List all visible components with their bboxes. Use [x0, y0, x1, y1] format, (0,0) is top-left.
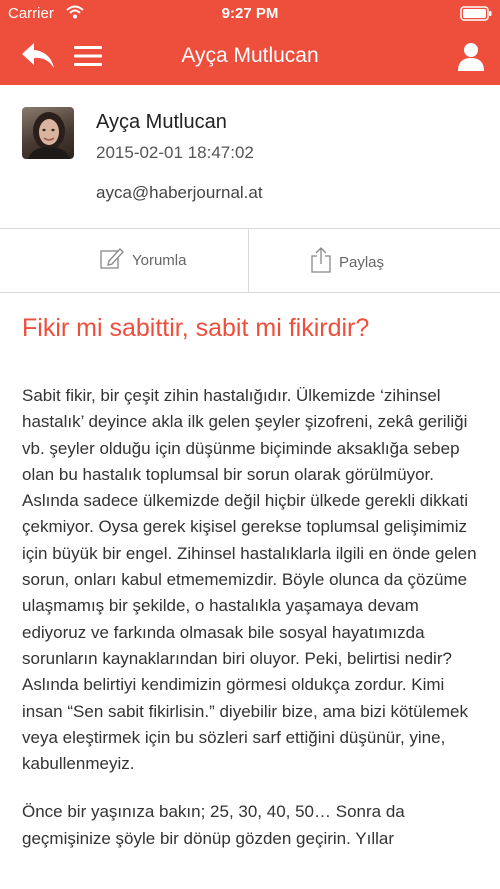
avatar — [22, 107, 74, 159]
action-bar: Yorumla Paylaş — [0, 228, 500, 293]
author-header: Ayça Mutlucan 2015-02-01 18:47:02 ayca@h… — [0, 85, 500, 228]
edit-icon — [100, 247, 124, 273]
article-paragraph: Önce bir yaşınıza bakın; 25, 30, 40, 50…… — [22, 802, 405, 848]
author-name[interactable]: Ayça Mutlucan — [96, 111, 227, 134]
share-label: Paylaş — [339, 253, 385, 271]
share-icon — [311, 247, 331, 277]
clock: 9:27 PM — [221, 5, 279, 22]
share-button[interactable]: Paylaş — [248, 229, 497, 292]
article-title: Fikir mi sabittir, sabit mi fikirdir? — [22, 314, 370, 342]
status-bar: Carrier 9:27 PM — [0, 0, 500, 28]
post-date: 2015-02-01 18:47:02 — [96, 143, 254, 162]
user-profile-icon[interactable] — [456, 41, 486, 71]
battery-icon — [460, 6, 492, 21]
page-title: Ayça Mutlucan — [181, 44, 319, 67]
author-email[interactable]: ayca@haberjournal.at — [96, 183, 263, 203]
article-paragraph: Sabit fikir, bir çeşit zihin hastalığıdı… — [22, 386, 477, 774]
comment-label: Yorumla — [132, 251, 187, 269]
article-body: Sabit fikir, bir çeşit zihin hastalığıdı… — [22, 383, 482, 874]
comment-button[interactable]: Yorumla — [0, 229, 248, 292]
nav-bar: Ayça Mutlucan — [0, 28, 500, 85]
